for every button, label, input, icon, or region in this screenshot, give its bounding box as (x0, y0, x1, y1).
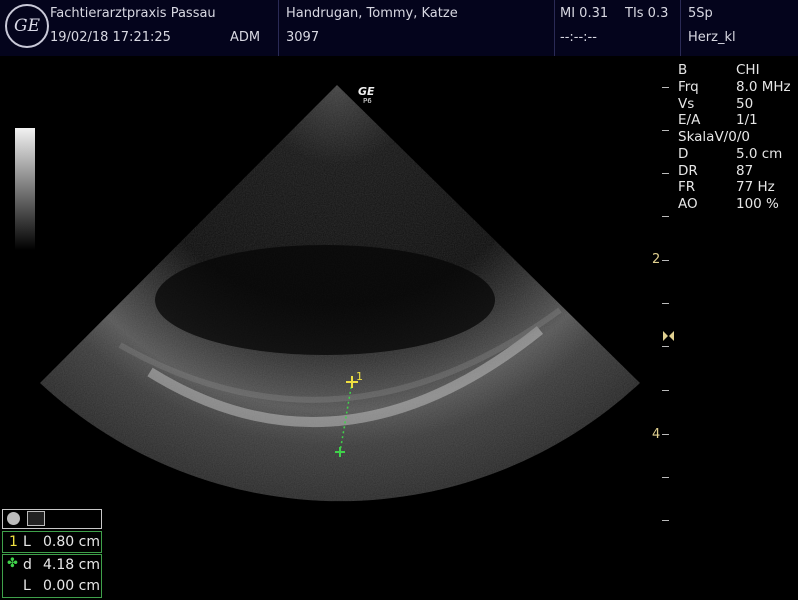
distance-value: 4.18 cm (43, 557, 100, 573)
mechanical-index: MI 0.31 (560, 6, 609, 21)
length-type: L (23, 578, 31, 594)
param-value: 100 % (736, 196, 779, 212)
param-key: Vs (678, 96, 695, 112)
patient-id: 3097 (286, 30, 320, 45)
focus-marker-icon[interactable] (663, 330, 675, 342)
param-key: Frq (678, 79, 699, 95)
depth-tick (662, 173, 669, 174)
header-divider (680, 0, 681, 56)
depth-label-4: 4 (652, 427, 661, 442)
caliper-tool-icon[interactable] (27, 511, 45, 526)
depth-tick (662, 520, 669, 521)
measurement-1[interactable]: 1 L 0.80 cm (2, 531, 102, 553)
depth-tick (662, 87, 669, 88)
param-key: E/A (678, 112, 701, 128)
param-key: AO (678, 196, 698, 212)
grayscale-bar (15, 128, 35, 250)
measurement-value: 0.80 cm (43, 534, 100, 550)
param-key: D (678, 146, 689, 162)
depth-tick (662, 260, 669, 261)
param-value: 87 (736, 163, 754, 179)
record-icon[interactable] (7, 512, 20, 525)
measure-toolbar (2, 509, 102, 529)
exam-datetime: 19/02/18 17:21:25 (50, 30, 171, 45)
param-value: CHI (736, 62, 760, 78)
param-key: SkalaV/0/0 (678, 129, 750, 145)
param-value: 8.0 MHz (736, 79, 791, 95)
depth-tick (662, 434, 669, 435)
length-value: 0.00 cm (43, 578, 100, 594)
param-value: 50 (736, 96, 754, 112)
clinic-name: Fachtierarztpraxis Passau (50, 6, 216, 21)
thermal-index: TIs 0.3 (625, 6, 669, 21)
operator: ADM (230, 30, 261, 45)
patient-name: Handrugan, Tommy, Katze (286, 6, 458, 21)
preset-name: Herz_kl (688, 30, 736, 45)
param-value: 1/1 (736, 112, 758, 128)
header-bar: GE Fachtierarztpraxis Passau 19/02/18 17… (0, 0, 798, 56)
depth-tick (662, 477, 669, 478)
depth-tick (662, 346, 669, 347)
depth-label-2: 2 (652, 252, 661, 267)
ge-logo-icon: GE (5, 4, 49, 48)
probe-mark-sub: P6 (363, 97, 372, 105)
param-value: 5.0 cm (736, 146, 783, 162)
measurement-active[interactable]: ✤ d 4.18 cm L 0.00 cm (2, 554, 102, 598)
lv-cavity (155, 245, 495, 355)
param-key: DR (678, 163, 698, 179)
param-key: FR (678, 179, 696, 195)
param-value: 77 Hz (736, 179, 775, 195)
crosshair-icon: ✤ (7, 556, 18, 571)
depth-tick (662, 303, 669, 304)
measurement-index: 1 (9, 534, 18, 550)
timer: --:--:-- (560, 30, 597, 45)
caliper-label: 1 (356, 370, 363, 383)
param-key: B (678, 62, 688, 78)
depth-tick (662, 390, 669, 391)
header-divider (554, 0, 555, 56)
depth-tick (662, 130, 669, 131)
probe-name: 5Sp (688, 6, 713, 21)
depth-tick (662, 216, 669, 217)
header-divider (278, 0, 279, 56)
distance-type: d (23, 557, 32, 573)
measurement-type: L (23, 534, 31, 550)
